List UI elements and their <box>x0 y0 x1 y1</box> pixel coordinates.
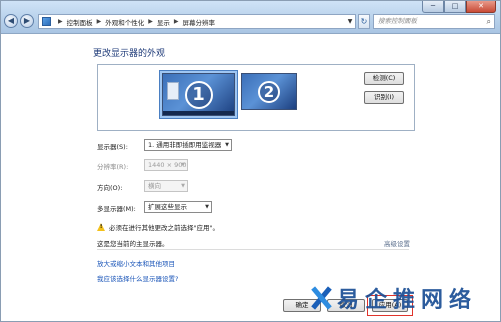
refresh-icon[interactable]: ↻ <box>358 14 370 29</box>
multi-display-value: 扩展这些显示 <box>148 203 187 211</box>
orientation-select[interactable]: 横向 ▼ <box>144 180 188 192</box>
multi-display-label: 多显示器(M): <box>97 205 136 213</box>
apply-warning: 必须在进行其他更改之前选择"应用"。 <box>97 222 219 232</box>
breadcrumb-display[interactable]: 显示 <box>157 17 170 27</box>
monitor-2[interactable]: 2 <box>241 73 297 110</box>
display-label: 显示器(S): <box>97 143 128 151</box>
chevron-down-icon: ▼ <box>225 142 229 148</box>
resolution-select[interactable]: 1440 × 900 ▼ <box>144 159 188 171</box>
close-button[interactable]: ✕ <box>466 1 496 13</box>
primary-display-text: 这是您当前的主显示器。 <box>97 240 169 248</box>
page-title: 更改显示器的外观 <box>93 49 166 59</box>
advanced-settings-link[interactable]: 高级设置 <box>384 238 410 248</box>
resolution-label: 分辨率(R): <box>97 163 129 171</box>
chevron-down-icon: ▼ <box>205 204 209 210</box>
address-dropdown-icon[interactable]: ▼ <box>345 15 355 28</box>
breadcrumb-separator-icon[interactable]: ▶ <box>174 18 179 25</box>
breadcrumb-control-panel[interactable]: 控制面板 <box>67 17 93 27</box>
search-placeholder: 搜索控制面板 <box>378 17 417 25</box>
minimize-button[interactable]: ─ <box>422 1 444 13</box>
identify-button[interactable]: 识别(I) <box>364 91 404 104</box>
breadcrumb-screen-resolution[interactable]: 屏幕分辨率 <box>183 17 216 27</box>
breadcrumb: ▶ 控制面板 ▶ 外观和个性化 ▶ 显示 ▶ 屏幕分辨率 <box>54 17 215 27</box>
window-caption-buttons: ─ □ ✕ <box>422 1 496 13</box>
chevron-down-icon: ▼ <box>181 183 185 189</box>
maximize-button[interactable]: □ <box>444 1 466 13</box>
breadcrumb-appearance[interactable]: 外观和个性化 <box>105 17 144 27</box>
search-icon[interactable]: ⌕ <box>487 15 491 28</box>
warning-icon <box>97 223 105 231</box>
divider <box>97 249 409 250</box>
watermark: 易企推网络 <box>307 285 478 313</box>
chevron-down-icon: ▼ <box>181 162 185 168</box>
watermark-logo-icon <box>307 285 335 311</box>
display-select[interactable]: 1. 通用非即插即用监视器 ▼ <box>144 139 232 151</box>
display-value: 1. 通用非即插即用监视器 <box>148 141 222 149</box>
warning-text: 必须在进行其他更改之前选择"应用"。 <box>109 224 219 232</box>
monitor-number: 2 <box>258 80 280 103</box>
breadcrumb-separator-icon[interactable]: ▶ <box>97 18 102 25</box>
control-panel-icon <box>42 17 51 26</box>
breadcrumb-separator-icon[interactable]: ▶ <box>58 18 63 25</box>
screen-resolution-window: ─ □ ✕ ◀ ▶ ▶ 控制面板 ▶ 外观和个性化 ▶ 显示 ▶ 屏幕分辨率 ▼… <box>0 0 501 322</box>
address-bar[interactable]: ▶ 控制面板 ▶ 外观和个性化 ▶ 显示 ▶ 屏幕分辨率 ▼ <box>38 14 356 29</box>
search-input[interactable]: 搜索控制面板 ⌕ <box>373 14 495 29</box>
detect-button[interactable]: 检测(C) <box>364 72 404 85</box>
text-size-link[interactable]: 放大或缩小文本和其他项目 <box>97 258 175 268</box>
orientation-label: 方向(O): <box>97 184 123 192</box>
monitor-number: 1 <box>184 80 213 109</box>
title-address-bar: ─ □ ✕ ◀ ▶ ▶ 控制面板 ▶ 外观和个性化 ▶ 显示 ▶ 屏幕分辨率 ▼… <box>1 1 500 34</box>
watermark-text: 易企推网络 <box>337 287 478 313</box>
breadcrumb-separator-icon[interactable]: ▶ <box>148 18 153 25</box>
display-settings-help-link[interactable]: 我应该选择什么显示器设置? <box>97 273 178 283</box>
taskbar-thumbnail <box>163 111 234 115</box>
multi-display-select[interactable]: 扩展这些显示 ▼ <box>144 201 212 213</box>
back-button[interactable]: ◀ <box>4 14 18 28</box>
forward-button[interactable]: ▶ <box>20 14 34 28</box>
monitor-1[interactable]: 1 <box>162 73 235 116</box>
orientation-value: 横向 <box>148 182 161 190</box>
window-thumbnail <box>167 82 179 100</box>
